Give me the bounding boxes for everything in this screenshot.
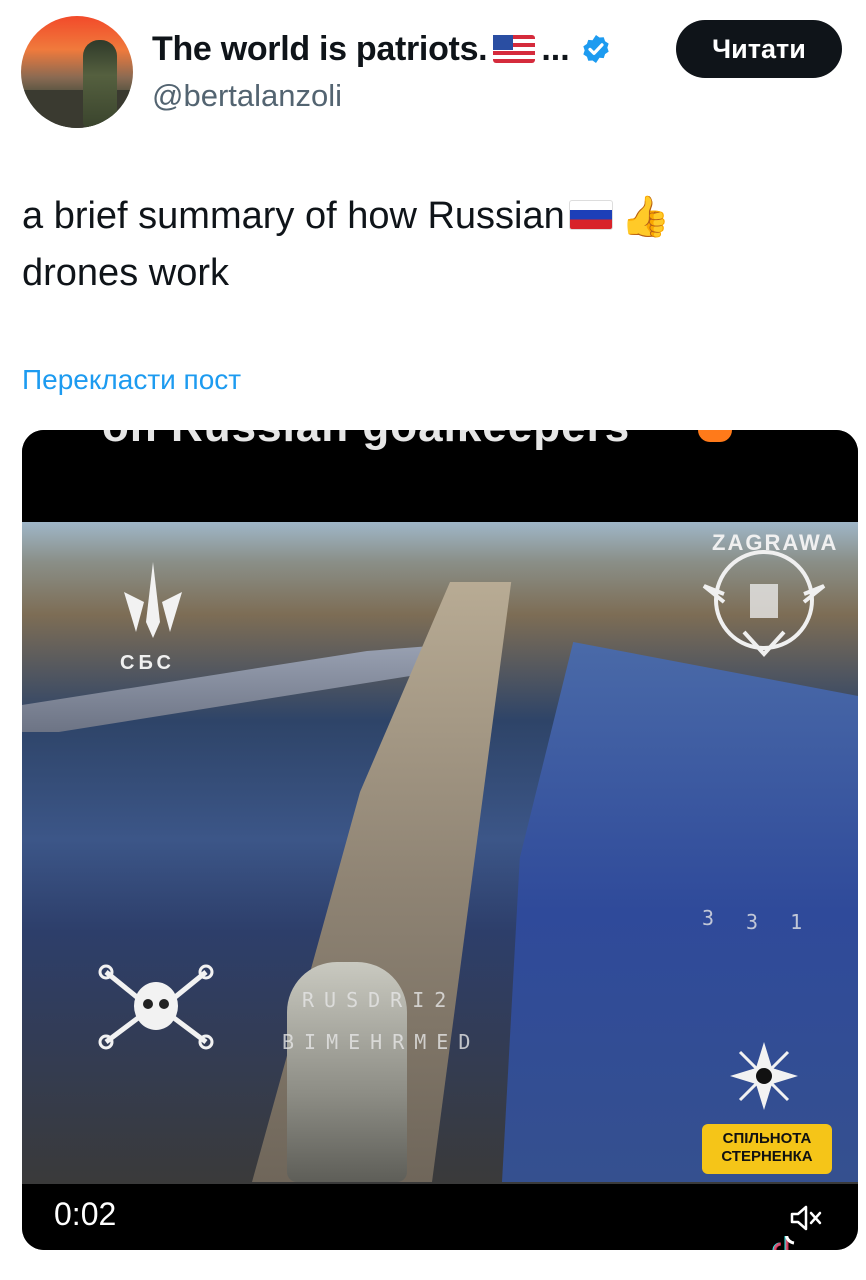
tweet-header: The world is patriots. ... @bertalanzoli… [0, 0, 866, 140]
fire-emoji-icon [698, 430, 732, 442]
russia-flag-icon [568, 200, 613, 230]
skull-drone-logo-icon [98, 964, 214, 1050]
speaker-muted-icon[interactable] [790, 1204, 822, 1232]
hud-text-digit1: 3 [702, 906, 725, 930]
sternenko-badge: СПІЛЬНОТА СТЕРНЕНКА [702, 1124, 832, 1174]
video-top-caption: on Russian goalkeepers [102, 430, 630, 452]
hud-text-line2: BIMEHRMED [282, 1030, 481, 1054]
video-player[interactable]: on Russian goalkeepers СБС ZAGRAWA [22, 430, 858, 1250]
avatar[interactable] [21, 16, 133, 128]
hud-text-line1: RUSDRI2 [302, 988, 457, 1012]
avatar-figure [83, 40, 117, 128]
video-time: 0:02 [54, 1196, 117, 1232]
name-ellipsis: ... [541, 29, 570, 68]
tweet-text: a brief summary of how Russian 👍 drones w… [22, 188, 842, 301]
author-name[interactable]: The world is patriots. [152, 30, 488, 69]
video-top-caption-strip: on Russian goalkeepers [22, 430, 858, 522]
sbs-logo-text: СБС [120, 652, 175, 674]
sternenko-line1: СПІЛЬНОТА [722, 1130, 812, 1147]
hud-text-digit2: 3 1 [746, 910, 813, 934]
zagrawa-logo-text: ZAGRAWA [712, 530, 839, 555]
tweet-text-line1: a brief summary of how Russian [22, 195, 565, 237]
tiktok-icon [772, 1236, 795, 1250]
verified-badge-icon [583, 35, 609, 63]
sbs-logo-icon [124, 562, 182, 638]
star-emblem-icon [730, 1042, 798, 1110]
sternenko-line2: СТЕРНЕНКА [721, 1148, 813, 1165]
video-controls: 0:02 [22, 1184, 858, 1250]
thumbs-up-icon: 👍 [620, 195, 671, 239]
author-handle[interactable]: @bertalanzoli [152, 78, 342, 114]
video-frame: СБС ZAGRAWA RUSDRI2 BIMEHRMED 3 3 1 СПІЛ… [22, 522, 858, 1184]
us-flag-icon [493, 35, 536, 63]
tweet-text-line2: drones work [22, 252, 229, 294]
translate-post-link[interactable]: Перекласти пост [22, 364, 241, 396]
follow-button[interactable]: Читати [676, 20, 842, 78]
author-name-row[interactable]: The world is patriots. ... [152, 28, 612, 70]
